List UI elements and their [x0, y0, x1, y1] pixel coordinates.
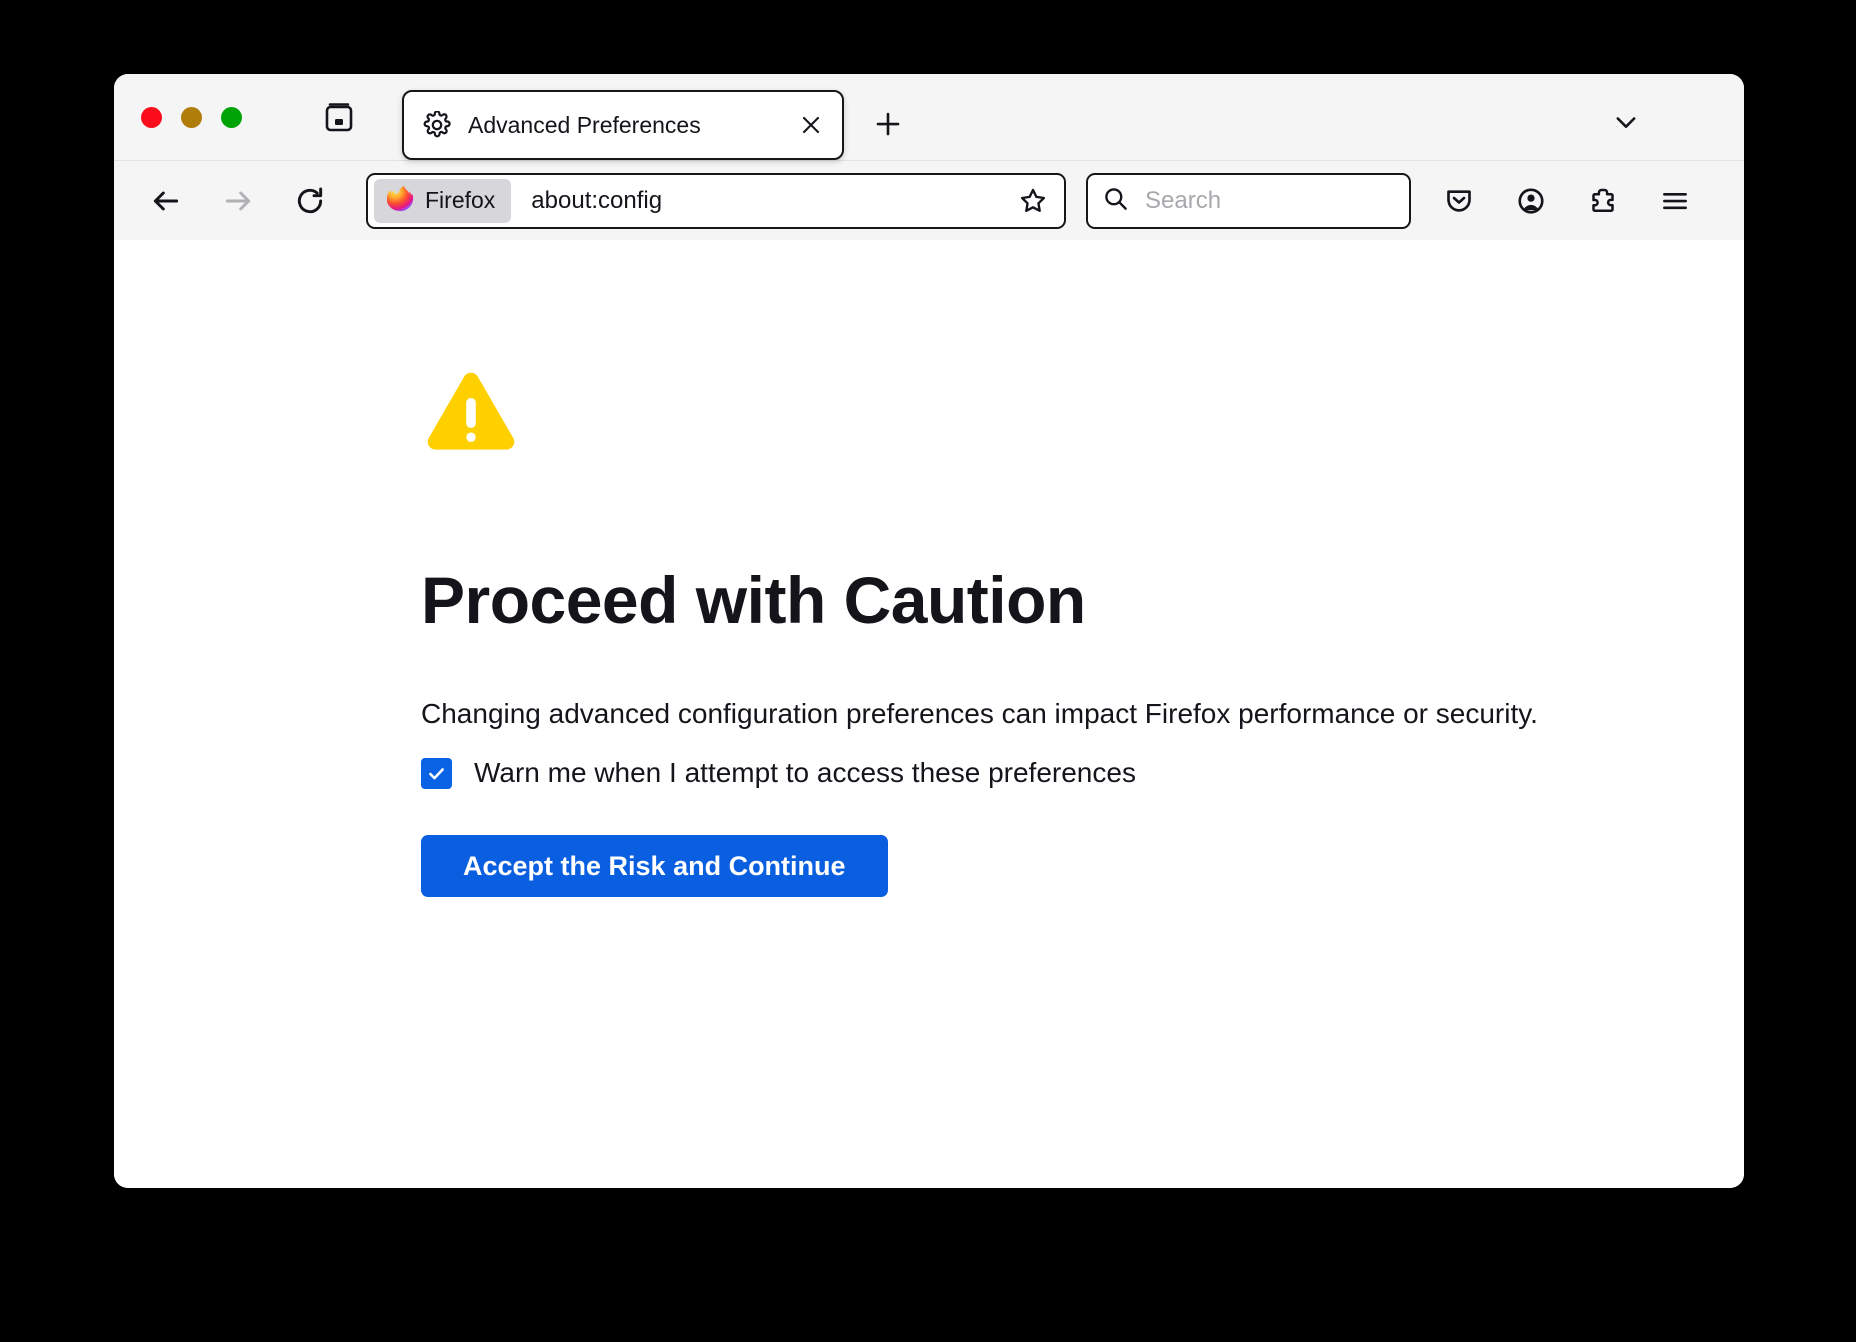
warn-checkbox-row[interactable]: Warn me when I attempt to access these p… [421, 757, 1744, 789]
new-tab-button[interactable] [864, 100, 912, 148]
firefox-logo-icon [386, 185, 414, 217]
search-bar[interactable]: Search [1086, 172, 1411, 229]
close-icon[interactable] [794, 108, 828, 142]
page-title: Proceed with Caution [421, 563, 1086, 637]
account-icon[interactable] [1505, 175, 1557, 227]
arrow-right-icon [210, 173, 266, 229]
warning-triangle-icon [421, 370, 521, 462]
zoom-window-button[interactable] [221, 106, 242, 128]
search-input[interactable]: Search [1145, 187, 1221, 215]
search-icon [1102, 185, 1129, 217]
tab-strip: Advanced Preferences [114, 74, 1744, 160]
firefox-view-icon[interactable] [312, 90, 366, 144]
reload-icon[interactable] [282, 173, 338, 229]
identity-chip[interactable]: Firefox [374, 178, 512, 223]
tab-title: Advanced Preferences [468, 111, 701, 138]
tab-advanced-preferences[interactable]: Advanced Preferences [402, 90, 844, 160]
close-window-button[interactable] [141, 106, 162, 128]
star-icon[interactable] [1012, 180, 1054, 222]
arrow-left-icon[interactable] [138, 173, 194, 229]
navigation-toolbar: Firefox about:config Search [114, 160, 1744, 240]
pocket-icon[interactable] [1433, 175, 1485, 227]
warn-checkbox[interactable] [421, 757, 452, 789]
chevron-down-icon[interactable] [1604, 100, 1648, 144]
url-text[interactable]: about:config [531, 187, 1012, 215]
window-controls [114, 74, 242, 160]
gear-icon [422, 110, 452, 140]
screen: Advanced Preferences Firefox about:confi… [0, 0, 1856, 1342]
url-bar[interactable]: Firefox about:config [366, 172, 1066, 229]
extensions-icon[interactable] [1577, 175, 1629, 227]
toolbar-icon-group [1433, 175, 1701, 227]
minimize-window-button[interactable] [181, 106, 202, 128]
page-content: Proceed with Caution Changing advanced c… [114, 240, 1744, 1188]
identity-label: Firefox [425, 187, 496, 213]
warn-checkbox-label[interactable]: Warn me when I attempt to access these p… [474, 757, 1136, 789]
menu-icon[interactable] [1649, 175, 1701, 227]
accept-risk-button[interactable]: Accept the Risk and Continue [421, 835, 888, 897]
page-description: Changing advanced configuration preferen… [421, 698, 1538, 729]
browser-window: Advanced Preferences Firefox about:confi… [114, 74, 1744, 1188]
